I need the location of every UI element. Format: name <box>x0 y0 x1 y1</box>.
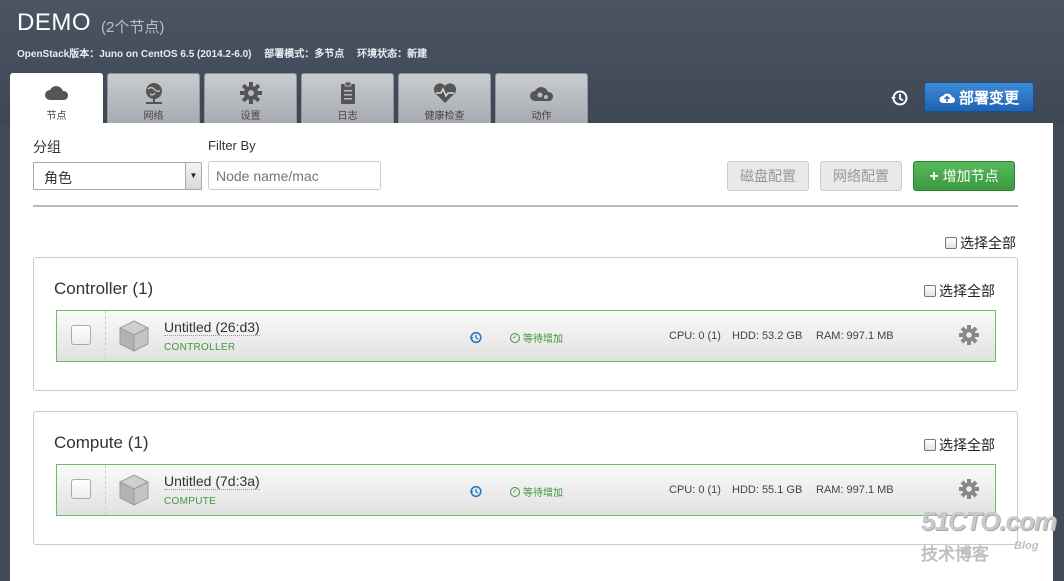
select-all-label: 选择全部 <box>939 437 995 453</box>
node-role: CONTROLLER <box>164 342 236 353</box>
node-cpu: CPU: 0 (1) <box>669 330 721 342</box>
checkbox-icon[interactable] <box>924 285 936 297</box>
node-checkbox[interactable] <box>71 479 91 499</box>
environment-status: 环境状态：新建 <box>357 49 428 60</box>
group-by-value: 角色 <box>44 170 72 186</box>
tab-nodes[interactable]: 节点 <box>10 73 103 125</box>
node-hdd: HDD: 53.2 GB <box>732 330 803 342</box>
divider <box>33 205 1018 207</box>
group-by-select[interactable]: 角色 ▼ <box>33 162 202 190</box>
gear-icon <box>239 82 262 104</box>
nodes-panel: 分组 Filter By 角色 ▼ 磁盘配置 网络配置 + 增加节点 选择全部 … <box>10 123 1053 581</box>
node-group-compute: Compute (1) 选择全部 Untitled (7d:3a) COMPUT… <box>33 411 1018 545</box>
check-circle-icon: ✓ <box>510 332 520 343</box>
tab-label: 网络 <box>143 111 164 122</box>
select-all-label: 选择全部 <box>939 283 995 299</box>
cloud-icon <box>44 86 68 100</box>
watermark-subtitle: 技术博客 <box>921 545 989 564</box>
server-box-icon <box>118 474 150 506</box>
group-select-all-checkbox[interactable]: 选择全部 <box>924 435 995 455</box>
group-by-label: 分组 <box>33 139 61 155</box>
node-cpu: CPU: 0 (1) <box>669 484 721 496</box>
environment-info: OpenStack版本：Juno on CentOS 6.5 (2014.2-6… <box>17 45 437 60</box>
disk-config-button[interactable]: 磁盘配置 <box>727 161 809 191</box>
tab-actions[interactable]: 动作 <box>495 73 588 123</box>
node-name[interactable]: Untitled (26:d3) <box>164 319 260 336</box>
deploy-mode: 部署模式：多节点 <box>264 49 345 60</box>
history-icon[interactable] <box>469 331 482 344</box>
node-name[interactable]: Untitled (7d:3a) <box>164 473 260 490</box>
group-title: Compute (1) <box>54 433 149 452</box>
tab-logs[interactable]: 日志 <box>301 73 394 123</box>
network-config-button[interactable]: 网络配置 <box>820 161 902 191</box>
gear-icon[interactable] <box>958 324 980 346</box>
node-ram: RAM: 997.1 MB <box>816 330 894 342</box>
chevron-down-icon[interactable]: ▼ <box>185 163 201 189</box>
header-bar: DEMO (2个节点) OpenStack版本：Juno on CentOS 6… <box>0 0 1064 125</box>
deploy-changes-button[interactable]: 部署变更 <box>924 82 1034 112</box>
node-status: ✓ 等待增加 <box>510 330 563 345</box>
watermark-logo-text: 51CTO.com <box>921 506 1057 536</box>
node-status: ✓ 等待增加 <box>510 484 563 499</box>
tab-label: 健康检查 <box>424 111 465 122</box>
globe-network-icon <box>145 83 162 104</box>
tab-label: 设置 <box>240 111 261 122</box>
deploy-changes-label: 部署变更 <box>958 89 1019 107</box>
tab-label: 动作 <box>531 111 552 122</box>
node-count: (2个节点) <box>101 19 165 36</box>
checkbox-icon[interactable] <box>924 439 936 451</box>
check-circle-icon: ✓ <box>510 486 520 497</box>
add-node-label: 增加节点 <box>942 168 999 184</box>
watermark-blog: Blog <box>1014 540 1039 552</box>
select-all-checkbox[interactable]: 选择全部 <box>945 233 1016 253</box>
gear-icon[interactable] <box>958 478 980 500</box>
cloud-upload-icon <box>939 93 955 103</box>
node-status-label: 等待增加 <box>523 334 563 345</box>
divider <box>105 311 106 361</box>
filter-by-label: Filter By <box>208 138 256 153</box>
watermark: 51CTO.com 技术博客 Blog <box>921 506 1057 576</box>
history-icon[interactable] <box>469 485 482 498</box>
checkbox-icon[interactable] <box>945 237 957 249</box>
tab-network[interactable]: 网络 <box>107 73 200 123</box>
add-node-button[interactable]: + 增加节点 <box>913 161 1015 191</box>
filter-input[interactable] <box>208 161 381 190</box>
clipboard-icon <box>340 81 355 104</box>
environment-title: DEMO <box>17 9 91 36</box>
openstack-version: OpenStack版本：Juno on CentOS 6.5 (2014.2-6… <box>17 49 252 60</box>
group-title: Controller (1) <box>54 279 154 298</box>
tab-settings[interactable]: 设置 <box>204 73 297 123</box>
node-ram: RAM: 997.1 MB <box>816 484 894 496</box>
server-box-icon <box>118 320 150 352</box>
node-hdd: HDD: 55.1 GB <box>732 484 803 496</box>
node-status-label: 等待增加 <box>523 488 563 499</box>
tab-health-check[interactable]: 健康检查 <box>398 73 491 123</box>
divider <box>105 465 106 515</box>
tab-label: 节点 <box>46 111 67 122</box>
cloud-gears-icon <box>529 87 553 101</box>
node-checkbox[interactable] <box>71 325 91 345</box>
node-row[interactable]: Untitled (7d:3a) COMPUTE ✓ 等待增加 CPU: 0 (… <box>56 464 996 516</box>
node-group-controller: Controller (1) 选择全部 Untitled (26:d3) CON… <box>33 257 1018 391</box>
tab-label: 日志 <box>337 111 358 122</box>
group-select-all-checkbox[interactable]: 选择全部 <box>924 281 995 301</box>
node-role: COMPUTE <box>164 496 217 507</box>
node-row[interactable]: Untitled (26:d3) CONTROLLER ✓ 等待增加 CPU: … <box>56 310 996 362</box>
plus-icon: + <box>929 168 939 185</box>
history-icon[interactable] <box>890 89 908 107</box>
select-all-label: 选择全部 <box>960 235 1016 251</box>
heart-pulse-icon <box>433 83 456 103</box>
